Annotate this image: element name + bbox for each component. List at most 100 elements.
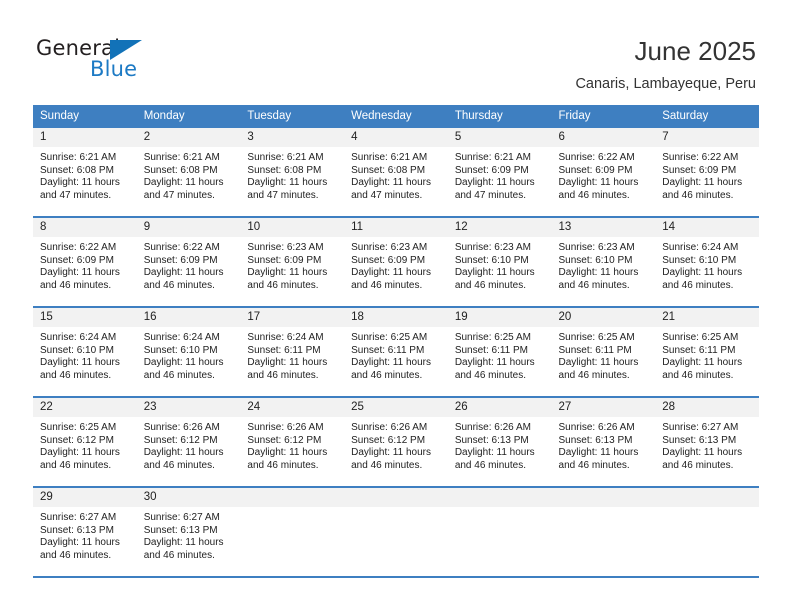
daylight-text-line1: Daylight: 11 hours bbox=[662, 357, 743, 369]
calendar-day-cell[interactable]: 15 Sunrise: 6:24 AM Sunset: 6:10 PM Dayligh… bbox=[33, 306, 137, 397]
calendar-day-cell[interactable]: 4 Sunrise: 6:21 AM Sunset: 6:08 PM Daylight… bbox=[344, 126, 448, 217]
calendar-day-cell[interactable]: 5 Sunrise: 6:21 AM Sunset: 6:09 PM Daylight… bbox=[447, 126, 552, 217]
day-details: Sunrise: 6:27 AM Sunset: 6:13 PM Daylight:… bbox=[33, 507, 137, 562]
day-number: 7 bbox=[655, 128, 759, 147]
calendar-day-cell[interactable]: 16 Sunrise: 6:24 AM Sunset: 6:10 PM Dayligh… bbox=[136, 306, 241, 397]
sunrise-text: Sunrise: 6:24 AM bbox=[143, 332, 220, 343]
daylight-text-line2: and 46 minutes. bbox=[247, 459, 319, 471]
daylight-text-line2: and 46 minutes. bbox=[351, 459, 423, 471]
daylight-text-line1: Daylight: 11 hours bbox=[143, 447, 224, 459]
day-details: Sunrise: 6:23 AM Sunset: 6:10 PM Daylight:… bbox=[448, 237, 552, 292]
calendar-day-cell[interactable]: 28 Sunrise: 6:27 AM Sunset: 6:13 PM Dayligh… bbox=[655, 396, 759, 487]
sunrise-text: Sunrise: 6:21 AM bbox=[143, 152, 220, 163]
calendar-page: General Blue June 2025 Canaris, Lambayeq… bbox=[0, 0, 792, 612]
calendar-day-cell[interactable]: 18 Sunrise: 6:25 AM Sunset: 6:11 PM Dayligh… bbox=[344, 306, 448, 397]
day-number bbox=[551, 488, 656, 507]
page-header: General Blue June 2025 Canaris, Lambayeq… bbox=[0, 0, 792, 100]
calendar-week-row: 8 Sunrise: 6:22 AM Sunset: 6:09 PM Daylight… bbox=[33, 216, 759, 307]
calendar-day-cell[interactable]: 10 Sunrise: 6:23 AM Sunset: 6:09 PM Dayligh… bbox=[240, 216, 345, 307]
calendar-day-cell[interactable]: 6 Sunrise: 6:22 AM Sunset: 6:09 PM Daylight… bbox=[551, 126, 656, 217]
weekday-header-wednesday: Wednesday bbox=[344, 105, 448, 127]
daylight-text-line2: and 46 minutes. bbox=[558, 279, 630, 291]
calendar-day-cell-empty bbox=[447, 486, 552, 578]
sunrise-text: Sunrise: 6:27 AM bbox=[662, 422, 739, 433]
calendar-day-cell[interactable]: 14 Sunrise: 6:24 AM Sunset: 6:10 PM Dayligh… bbox=[655, 216, 759, 307]
calendar-day-cell[interactable]: 9 Sunrise: 6:22 AM Sunset: 6:09 PM Daylight… bbox=[136, 216, 241, 307]
day-details: Sunrise: 6:22 AM Sunset: 6:09 PM Daylight:… bbox=[137, 237, 241, 292]
daylight-text-line1: Daylight: 11 hours bbox=[454, 357, 535, 369]
sunset-text: Sunset: 6:11 PM bbox=[454, 344, 529, 356]
calendar-day-cell[interactable]: 21 Sunrise: 6:25 AM Sunset: 6:11 PM Dayligh… bbox=[655, 306, 759, 397]
sunrise-text: Sunrise: 6:24 AM bbox=[40, 332, 117, 343]
sunrise-text: Sunrise: 6:22 AM bbox=[40, 242, 117, 253]
day-details: Sunrise: 6:22 AM Sunset: 6:09 PM Daylight:… bbox=[655, 147, 759, 202]
sunset-text: Sunset: 6:10 PM bbox=[40, 344, 114, 356]
calendar-day-cell[interactable]: 7 Sunrise: 6:22 AM Sunset: 6:09 PM Daylight… bbox=[655, 126, 759, 217]
day-number: 20 bbox=[551, 308, 656, 327]
calendar-header-row: Sunday Monday Tuesday Wednesday Thursday… bbox=[33, 105, 759, 127]
daylight-text-line1: Daylight: 11 hours bbox=[558, 177, 639, 189]
day-details: Sunrise: 6:25 AM Sunset: 6:12 PM Daylight:… bbox=[33, 417, 137, 472]
calendar-week-row: 1 Sunrise: 6:21 AM Sunset: 6:08 PM Daylight… bbox=[33, 126, 759, 217]
day-number: 29 bbox=[33, 488, 137, 507]
sunrise-text: Sunrise: 6:23 AM bbox=[247, 242, 324, 253]
daylight-text-line2: and 46 minutes. bbox=[247, 279, 319, 291]
sunset-text: Sunset: 6:13 PM bbox=[662, 434, 737, 446]
page-title: June 2025 bbox=[634, 36, 756, 66]
sunset-text: Sunset: 6:08 PM bbox=[40, 164, 114, 176]
day-details: Sunrise: 6:24 AM Sunset: 6:10 PM Daylight:… bbox=[655, 237, 759, 292]
calendar-day-cell[interactable]: 3 Sunrise: 6:21 AM Sunset: 6:08 PM Daylight… bbox=[240, 126, 345, 217]
calendar-day-cell[interactable]: 13 Sunrise: 6:23 AM Sunset: 6:10 PM Dayligh… bbox=[551, 216, 656, 307]
sunrise-text: Sunrise: 6:21 AM bbox=[351, 152, 428, 163]
sunrise-text: Sunrise: 6:25 AM bbox=[454, 332, 531, 343]
sunset-text: Sunset: 6:11 PM bbox=[351, 344, 425, 356]
daylight-text-line1: Daylight: 11 hours bbox=[247, 447, 328, 459]
day-number: 23 bbox=[136, 398, 241, 417]
calendar-day-cell[interactable]: 11 Sunrise: 6:23 AM Sunset: 6:09 PM Dayligh… bbox=[344, 216, 448, 307]
daylight-text-line1: Daylight: 11 hours bbox=[40, 357, 120, 369]
calendar-day-cell[interactable]: 24 Sunrise: 6:26 AM Sunset: 6:12 PM Dayligh… bbox=[240, 396, 345, 487]
sunset-text: Sunset: 6:08 PM bbox=[143, 164, 218, 176]
calendar-day-cell[interactable]: 22 Sunrise: 6:25 AM Sunset: 6:12 PM Dayligh… bbox=[33, 396, 137, 487]
sunrise-text: Sunrise: 6:27 AM bbox=[143, 512, 220, 523]
sunset-text: Sunset: 6:10 PM bbox=[143, 344, 218, 356]
day-number: 10 bbox=[240, 218, 345, 237]
calendar-day-cell[interactable]: 20 Sunrise: 6:25 AM Sunset: 6:11 PM Dayligh… bbox=[551, 306, 656, 397]
calendar-day-cell[interactable]: 8 Sunrise: 6:22 AM Sunset: 6:09 PM Daylight… bbox=[33, 216, 137, 307]
calendar-day-cell[interactable]: 1 Sunrise: 6:21 AM Sunset: 6:08 PM Daylight… bbox=[33, 126, 137, 217]
calendar-day-cell[interactable]: 25 Sunrise: 6:26 AM Sunset: 6:12 PM Dayligh… bbox=[344, 396, 448, 487]
sunset-text: Sunset: 6:09 PM bbox=[247, 254, 322, 266]
day-number: 12 bbox=[447, 218, 552, 237]
calendar-day-cell[interactable]: 17 Sunrise: 6:24 AM Sunset: 6:11 PM Dayligh… bbox=[240, 306, 345, 397]
calendar-day-cell[interactable]: 2 Sunrise: 6:21 AM Sunset: 6:08 PM Daylight… bbox=[136, 126, 241, 217]
sunset-text: Sunset: 6:09 PM bbox=[454, 164, 529, 176]
day-number: 6 bbox=[551, 128, 656, 147]
day-number: 25 bbox=[344, 398, 448, 417]
sunrise-text: Sunrise: 6:26 AM bbox=[143, 422, 220, 433]
weekday-header-friday: Friday bbox=[551, 105, 656, 127]
day-number: 15 bbox=[33, 308, 137, 327]
calendar-day-cell[interactable]: 26 Sunrise: 6:26 AM Sunset: 6:13 PM Dayligh… bbox=[447, 396, 552, 487]
sunset-text: Sunset: 6:11 PM bbox=[662, 344, 736, 356]
sunset-text: Sunset: 6:09 PM bbox=[558, 164, 633, 176]
daylight-text-line2: and 47 minutes. bbox=[454, 189, 526, 201]
daylight-text-line1: Daylight: 11 hours bbox=[558, 267, 639, 279]
sunset-text: Sunset: 6:12 PM bbox=[351, 434, 426, 446]
daylight-text-line1: Daylight: 11 hours bbox=[143, 357, 224, 369]
calendar-day-cell[interactable]: 29 Sunrise: 6:27 AM Sunset: 6:13 PM Dayligh… bbox=[33, 486, 137, 578]
daylight-text-line1: Daylight: 11 hours bbox=[558, 357, 639, 369]
daylight-text-line2: and 46 minutes. bbox=[351, 279, 423, 291]
calendar-day-cell[interactable]: 27 Sunrise: 6:26 AM Sunset: 6:13 PM Dayligh… bbox=[551, 396, 656, 487]
calendar-day-cell[interactable]: 19 Sunrise: 6:25 AM Sunset: 6:11 PM Dayligh… bbox=[447, 306, 552, 397]
calendar-day-cell[interactable]: 12 Sunrise: 6:23 AM Sunset: 6:10 PM Dayligh… bbox=[447, 216, 552, 307]
calendar-week-row: 29 Sunrise: 6:27 AM Sunset: 6:13 PM Dayligh… bbox=[33, 486, 759, 578]
calendar-day-cell[interactable]: 23 Sunrise: 6:26 AM Sunset: 6:12 PM Dayligh… bbox=[136, 396, 241, 487]
sunrise-text: Sunrise: 6:23 AM bbox=[351, 242, 428, 253]
sunset-text: Sunset: 6:10 PM bbox=[558, 254, 633, 266]
calendar-day-cell[interactable]: 30 Sunrise: 6:27 AM Sunset: 6:13 PM Dayligh… bbox=[136, 486, 241, 578]
daylight-text-line2: and 46 minutes. bbox=[454, 279, 526, 291]
day-details: Sunrise: 6:22 AM Sunset: 6:09 PM Daylight:… bbox=[552, 147, 656, 202]
sunrise-text: Sunrise: 6:24 AM bbox=[247, 332, 324, 343]
daylight-text-line2: and 46 minutes. bbox=[247, 369, 319, 381]
sunset-text: Sunset: 6:13 PM bbox=[558, 434, 633, 446]
